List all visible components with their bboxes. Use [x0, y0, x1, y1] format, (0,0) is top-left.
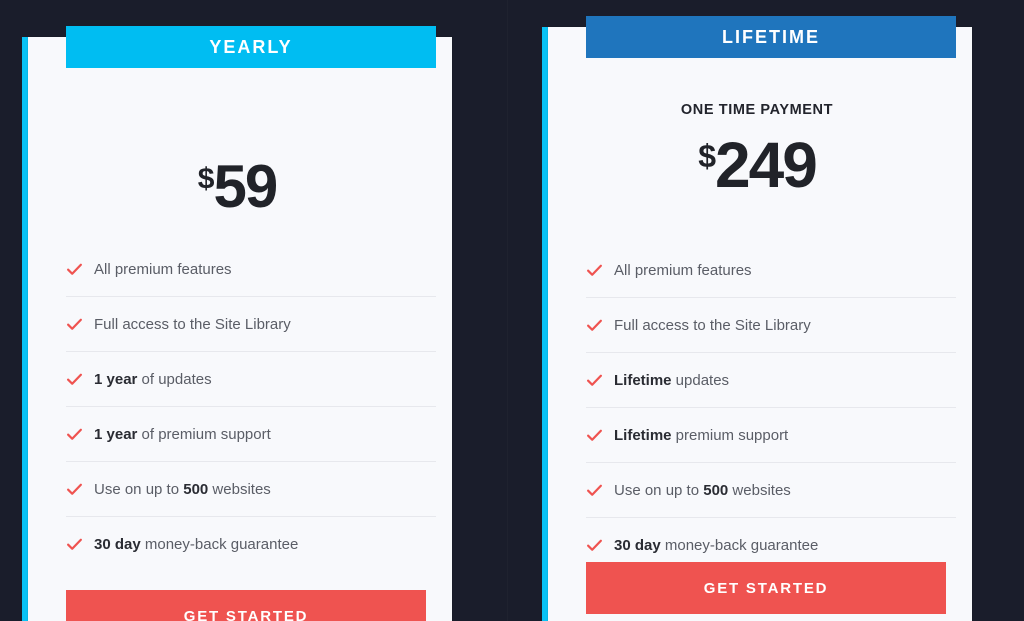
feature-row: Use on up to 500 websites — [66, 462, 436, 517]
feature-label: 30 day money-back guarantee — [614, 537, 819, 554]
check-icon — [67, 373, 82, 385]
price-lifetime: $249 — [542, 133, 972, 197]
feature-row: 30 day money-back guarantee — [66, 517, 436, 572]
pricing-card-yearly: YEARLY $59 All premium features Full acc… — [22, 26, 452, 621]
feature-label: Use on up to 500 websites — [94, 480, 271, 498]
check-icon — [587, 429, 602, 441]
one-time-payment-label: ONE TIME PAYMENT — [680, 102, 834, 118]
feature-label: 1 year of premium support — [94, 425, 271, 443]
plan-header-yearly: YEARLY — [66, 26, 436, 68]
feature-label: Full access to the Site Library — [94, 315, 291, 333]
price-amount-lifetime: 249 — [715, 129, 818, 201]
feature-label: Full access to the Site Library — [614, 316, 811, 334]
feature-list-yearly: All premium features Full access to the … — [66, 242, 436, 572]
feature-row: Lifetime updates — [586, 353, 956, 408]
background-seam — [507, 0, 508, 621]
feature-row: All premium features — [586, 243, 956, 298]
get-started-button-yearly[interactable]: GET STARTED — [66, 590, 426, 621]
pricing-card-lifetime: LIFETIME ONE TIME PAYMENT $249 All premi… — [542, 16, 972, 621]
check-icon — [67, 263, 82, 275]
check-icon — [67, 483, 82, 495]
feature-row: All premium features — [66, 242, 436, 297]
currency-symbol-yearly: $ — [197, 162, 215, 196]
feature-label: All premium features — [94, 260, 232, 278]
feature-row: Lifetime premium support — [586, 408, 956, 463]
plan-header-lifetime: LIFETIME — [586, 16, 956, 58]
feature-label: 30 day money-back guarantee — [94, 536, 299, 553]
price-amount-yearly: 59 — [213, 153, 278, 220]
feature-label: Use on up to 500 websites — [614, 481, 791, 499]
feature-label: Lifetime updates — [614, 371, 730, 389]
check-icon — [67, 428, 82, 440]
feature-label: 1 year of updates — [94, 370, 212, 388]
feature-row: Full access to the Site Library — [66, 297, 436, 352]
pricing-section: YEARLY $59 All premium features Full acc… — [0, 0, 1024, 621]
feature-list-lifetime: All premium features Full access to the … — [586, 243, 956, 573]
price-yearly: $59 — [22, 157, 452, 217]
feature-label: All premium features — [614, 261, 752, 279]
get-started-button-lifetime[interactable]: GET STARTED — [586, 562, 946, 614]
check-icon — [587, 539, 602, 551]
check-icon — [67, 318, 82, 330]
check-icon — [587, 264, 602, 276]
feature-label: Lifetime premium support — [614, 426, 789, 444]
check-icon — [67, 538, 82, 550]
check-icon — [587, 374, 602, 386]
feature-row: Full access to the Site Library — [586, 298, 956, 353]
check-icon — [587, 484, 602, 496]
currency-symbol-lifetime: $ — [698, 138, 716, 175]
feature-row: 1 year of updates — [66, 352, 436, 407]
feature-row: Use on up to 500 websites — [586, 463, 956, 518]
check-icon — [587, 319, 602, 331]
feature-row: 1 year of premium support — [66, 407, 436, 462]
